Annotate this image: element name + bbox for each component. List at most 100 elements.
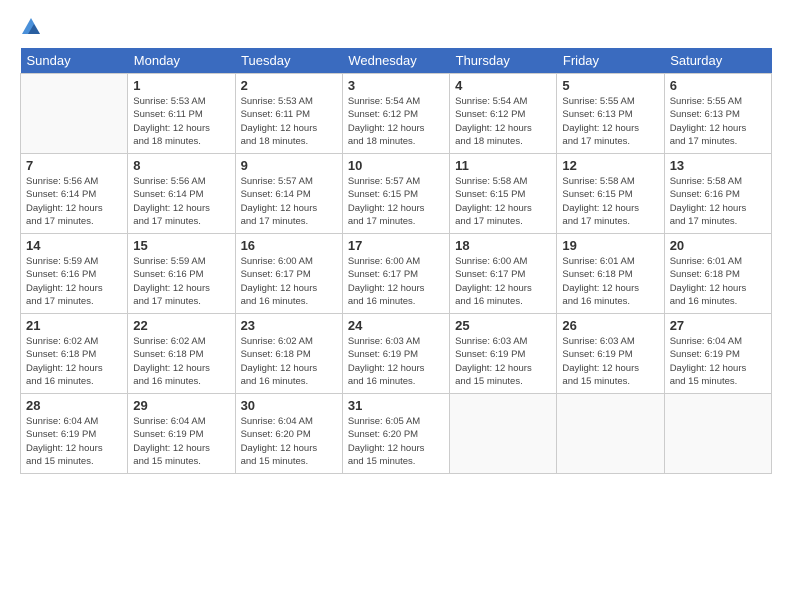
day-number: 7 bbox=[26, 158, 122, 173]
calendar-cell bbox=[557, 394, 664, 474]
day-number: 25 bbox=[455, 318, 551, 333]
logo-icon bbox=[20, 16, 42, 38]
calendar-cell: 5 Sunrise: 5:55 AM Sunset: 6:13 PM Daylig… bbox=[557, 74, 664, 154]
calendar-cell: 22 Sunrise: 6:02 AM Sunset: 6:18 PM Dayli… bbox=[128, 314, 235, 394]
day-number: 12 bbox=[562, 158, 658, 173]
calendar-cell: 30Sunrise: 6:04 AM Sunset: 6:20 PM Dayli… bbox=[235, 394, 342, 474]
calendar-cell: 17 Sunrise: 6:00 AM Sunset: 6:17 PM Dayli… bbox=[342, 234, 449, 314]
day-info: Sunrise: 5:54 AM Sunset: 6:12 PM Dayligh… bbox=[348, 95, 444, 148]
calendar-cell: 9 Sunrise: 5:57 AM Sunset: 6:14 PM Daylig… bbox=[235, 154, 342, 234]
calendar-cell: 4 Sunrise: 5:54 AM Sunset: 6:12 PM Daylig… bbox=[450, 74, 557, 154]
calendar-cell: 31 Sunrise: 6:05 AM Sunset: 6:20 PM Dayli… bbox=[342, 394, 449, 474]
calendar-cell: 7 Sunrise: 5:56 AM Sunset: 6:14 PM Daylig… bbox=[21, 154, 128, 234]
day-info: Sunrise: 5:58 AM Sunset: 6:15 PM Dayligh… bbox=[562, 175, 658, 228]
day-number: 27 bbox=[670, 318, 766, 333]
day-info: Sunrise: 6:03 AM Sunset: 6:19 PM Dayligh… bbox=[348, 335, 444, 388]
day-info: Sunrise: 6:05 AM Sunset: 6:20 PM Dayligh… bbox=[348, 415, 444, 468]
calendar-cell: 18 Sunrise: 6:00 AM Sunset: 6:17 PM Dayli… bbox=[450, 234, 557, 314]
calendar-cell bbox=[21, 74, 128, 154]
calendar-cell: 25 Sunrise: 6:03 AM Sunset: 6:19 PM Dayli… bbox=[450, 314, 557, 394]
day-info: Sunrise: 5:55 AM Sunset: 6:13 PM Dayligh… bbox=[562, 95, 658, 148]
calendar-cell: 20 Sunrise: 6:01 AM Sunset: 6:18 PM Dayli… bbox=[664, 234, 771, 314]
day-number: 11 bbox=[455, 158, 551, 173]
weekday-saturday: Saturday bbox=[664, 48, 771, 74]
day-info: Sunrise: 5:56 AM Sunset: 6:14 PM Dayligh… bbox=[133, 175, 229, 228]
day-number: 24 bbox=[348, 318, 444, 333]
day-info: Sunrise: 6:02 AM Sunset: 6:18 PM Dayligh… bbox=[241, 335, 337, 388]
calendar-cell bbox=[664, 394, 771, 474]
calendar-cell: 15 Sunrise: 5:59 AM Sunset: 6:16 PM Dayli… bbox=[128, 234, 235, 314]
calendar-cell: 29 Sunrise: 6:04 AM Sunset: 6:19 PM Dayli… bbox=[128, 394, 235, 474]
day-number: 29 bbox=[133, 398, 229, 413]
logo bbox=[20, 16, 46, 38]
calendar-cell: 11 Sunrise: 5:58 AM Sunset: 6:15 PM Dayli… bbox=[450, 154, 557, 234]
day-info: Sunrise: 5:58 AM Sunset: 6:15 PM Dayligh… bbox=[455, 175, 551, 228]
calendar-cell: 26Sunrise: 6:03 AM Sunset: 6:19 PM Dayli… bbox=[557, 314, 664, 394]
day-number: 31 bbox=[348, 398, 444, 413]
day-info: Sunrise: 5:57 AM Sunset: 6:15 PM Dayligh… bbox=[348, 175, 444, 228]
day-info: Sunrise: 6:03 AM Sunset: 6:19 PM Dayligh… bbox=[455, 335, 551, 388]
calendar-table: SundayMondayTuesdayWednesdayThursdayFrid… bbox=[20, 48, 772, 474]
calendar-cell: 27 Sunrise: 6:04 AM Sunset: 6:19 PM Dayli… bbox=[664, 314, 771, 394]
day-number: 18 bbox=[455, 238, 551, 253]
day-info: Sunrise: 6:03 AM Sunset: 6:19 PM Dayligh… bbox=[562, 335, 658, 388]
calendar-cell: 8Sunrise: 5:56 AM Sunset: 6:14 PM Daylig… bbox=[128, 154, 235, 234]
calendar-cell: 19 Sunrise: 6:01 AM Sunset: 6:18 PM Dayli… bbox=[557, 234, 664, 314]
day-number: 4 bbox=[455, 78, 551, 93]
day-info: Sunrise: 6:00 AM Sunset: 6:17 PM Dayligh… bbox=[348, 255, 444, 308]
weekday-sunday: Sunday bbox=[21, 48, 128, 74]
week-row-2: 14 Sunrise: 5:59 AM Sunset: 6:16 PM Dayli… bbox=[21, 234, 772, 314]
day-number: 28 bbox=[26, 398, 122, 413]
day-number: 5 bbox=[562, 78, 658, 93]
day-number: 17 bbox=[348, 238, 444, 253]
day-info: Sunrise: 5:57 AM Sunset: 6:14 PM Dayligh… bbox=[241, 175, 337, 228]
day-number: 14 bbox=[26, 238, 122, 253]
day-info: Sunrise: 5:56 AM Sunset: 6:14 PM Dayligh… bbox=[26, 175, 122, 228]
calendar-cell: 10Sunrise: 5:57 AM Sunset: 6:15 PM Dayli… bbox=[342, 154, 449, 234]
day-info: Sunrise: 6:04 AM Sunset: 6:19 PM Dayligh… bbox=[670, 335, 766, 388]
calendar-cell: 13 Sunrise: 5:58 AM Sunset: 6:16 PM Dayli… bbox=[664, 154, 771, 234]
day-info: Sunrise: 6:04 AM Sunset: 6:19 PM Dayligh… bbox=[26, 415, 122, 468]
day-number: 15 bbox=[133, 238, 229, 253]
calendar-cell: 16Sunrise: 6:00 AM Sunset: 6:17 PM Dayli… bbox=[235, 234, 342, 314]
day-number: 20 bbox=[670, 238, 766, 253]
day-info: Sunrise: 6:04 AM Sunset: 6:19 PM Dayligh… bbox=[133, 415, 229, 468]
day-info: Sunrise: 6:02 AM Sunset: 6:18 PM Dayligh… bbox=[26, 335, 122, 388]
day-info: Sunrise: 5:54 AM Sunset: 6:12 PM Dayligh… bbox=[455, 95, 551, 148]
day-info: Sunrise: 5:55 AM Sunset: 6:13 PM Dayligh… bbox=[670, 95, 766, 148]
day-number: 9 bbox=[241, 158, 337, 173]
day-info: Sunrise: 6:00 AM Sunset: 6:17 PM Dayligh… bbox=[455, 255, 551, 308]
day-info: Sunrise: 5:53 AM Sunset: 6:11 PM Dayligh… bbox=[241, 95, 337, 148]
weekday-header-row: SundayMondayTuesdayWednesdayThursdayFrid… bbox=[21, 48, 772, 74]
weekday-friday: Friday bbox=[557, 48, 664, 74]
calendar-cell: 24 Sunrise: 6:03 AM Sunset: 6:19 PM Dayli… bbox=[342, 314, 449, 394]
calendar-cell: 1Sunrise: 5:53 AM Sunset: 6:11 PM Daylig… bbox=[128, 74, 235, 154]
week-row-1: 7 Sunrise: 5:56 AM Sunset: 6:14 PM Daylig… bbox=[21, 154, 772, 234]
day-number: 6 bbox=[670, 78, 766, 93]
calendar-cell: 12 Sunrise: 5:58 AM Sunset: 6:15 PM Dayli… bbox=[557, 154, 664, 234]
day-number: 16 bbox=[241, 238, 337, 253]
calendar-cell: 14Sunrise: 5:59 AM Sunset: 6:16 PM Dayli… bbox=[21, 234, 128, 314]
day-info: Sunrise: 6:01 AM Sunset: 6:18 PM Dayligh… bbox=[562, 255, 658, 308]
week-row-0: 1 Sunrise: 5:53 AM Sunset: 6:11 PM Daylig… bbox=[21, 74, 772, 154]
week-row-4: 28 Sunrise: 6:04 AM Sunset: 6:19 PM Dayli… bbox=[21, 394, 772, 474]
day-info: Sunrise: 5:58 AM Sunset: 6:16 PM Dayligh… bbox=[670, 175, 766, 228]
page: SundayMondayTuesdayWednesdayThursdayFrid… bbox=[0, 0, 792, 484]
calendar-cell: 28 Sunrise: 6:04 AM Sunset: 6:19 PM Dayli… bbox=[21, 394, 128, 474]
day-number: 13 bbox=[670, 158, 766, 173]
day-number: 19 bbox=[562, 238, 658, 253]
calendar-cell: 3Sunrise: 5:54 AM Sunset: 6:12 PM Daylig… bbox=[342, 74, 449, 154]
calendar-cell: 23 Sunrise: 6:02 AM Sunset: 6:18 PM Dayli… bbox=[235, 314, 342, 394]
day-number: 1 bbox=[133, 78, 229, 93]
calendar-cell: 21Sunrise: 6:02 AM Sunset: 6:18 PM Dayli… bbox=[21, 314, 128, 394]
day-number: 23 bbox=[241, 318, 337, 333]
day-number: 30 bbox=[241, 398, 337, 413]
day-info: Sunrise: 5:59 AM Sunset: 6:16 PM Dayligh… bbox=[133, 255, 229, 308]
calendar-cell bbox=[450, 394, 557, 474]
day-info: Sunrise: 6:02 AM Sunset: 6:18 PM Dayligh… bbox=[133, 335, 229, 388]
calendar-cell: 2Sunrise: 5:53 AM Sunset: 6:11 PM Daylig… bbox=[235, 74, 342, 154]
calendar-cell: 6 Sunrise: 5:55 AM Sunset: 6:13 PM Daylig… bbox=[664, 74, 771, 154]
weekday-tuesday: Tuesday bbox=[235, 48, 342, 74]
day-info: Sunrise: 6:01 AM Sunset: 6:18 PM Dayligh… bbox=[670, 255, 766, 308]
day-number: 22 bbox=[133, 318, 229, 333]
